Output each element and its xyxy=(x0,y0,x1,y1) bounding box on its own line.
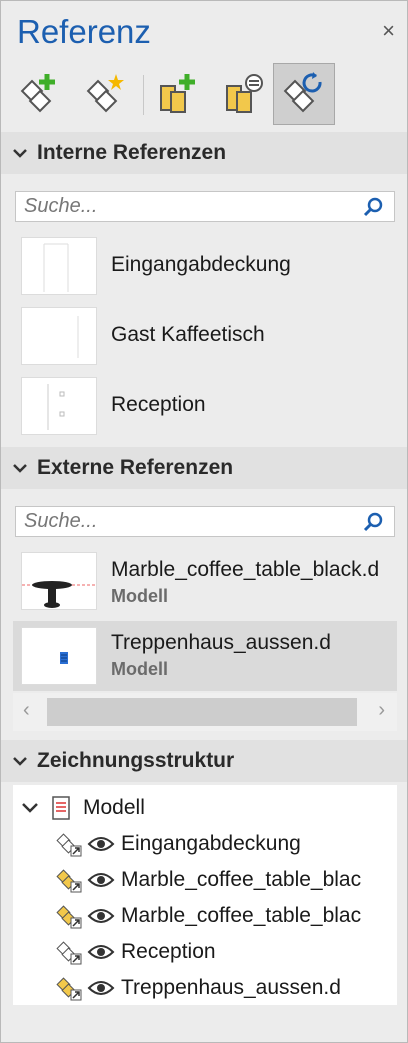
reference-thumbnail xyxy=(21,307,97,365)
scroll-right-icon[interactable]: › xyxy=(378,699,385,722)
reference-type: Modell xyxy=(111,586,168,606)
internal-references-header[interactable]: Interne Referenzen xyxy=(1,132,407,174)
reload-block-button[interactable] xyxy=(273,63,335,125)
reference-name: Treppenhaus_aussen.d xyxy=(111,631,331,654)
reference-panel: Referenz × Interne Referenzen Suche... E… xyxy=(0,0,408,1043)
reference-type: Modell xyxy=(111,659,168,679)
toolbar xyxy=(10,63,400,125)
tree-label: Modell xyxy=(83,796,145,819)
tree-item[interactable]: Reception xyxy=(55,935,216,969)
eye-icon[interactable] xyxy=(87,978,115,998)
eye-icon[interactable] xyxy=(87,906,115,926)
model-document-icon xyxy=(52,796,70,820)
external-reference-icon xyxy=(56,869,82,893)
new-block-icon xyxy=(86,74,124,113)
tree-item[interactable]: Marble_coffee_table_blac xyxy=(55,863,361,897)
tree-label: Eingangabdeckung xyxy=(121,832,301,855)
external-reference-icon xyxy=(56,905,82,929)
chevron-down-icon xyxy=(13,464,27,473)
eye-icon[interactable] xyxy=(87,870,115,890)
reference-thumbnail xyxy=(21,377,97,435)
search-placeholder: Suche... xyxy=(24,510,98,532)
manage-external-button[interactable] xyxy=(214,63,276,125)
scroll-left-icon[interactable]: ‹ xyxy=(23,699,30,722)
chevron-down-icon xyxy=(13,149,27,158)
internal-reference-item[interactable]: Eingangabdeckung xyxy=(13,233,397,299)
reference-name: Marble_coffee_table_black.d xyxy=(111,558,380,581)
new-block-button[interactable] xyxy=(76,63,138,125)
tree-label: Treppenhaus_aussen.d xyxy=(121,976,341,999)
drawing-structure-tree: Modell Eingangabdeckung Marble_coffee_ta… xyxy=(13,785,397,1005)
tree-item[interactable]: Eingangabdeckung xyxy=(55,827,301,861)
section-title: Zeichnungsstruktur xyxy=(37,749,235,772)
section-title: Externe Referenzen xyxy=(37,456,234,479)
horizontal-scrollbar[interactable]: ‹ › xyxy=(13,693,397,731)
reference-label: Gast Kaffeetisch xyxy=(111,323,265,346)
tree-item[interactable]: Treppenhaus_aussen.d xyxy=(55,971,341,1005)
reference-thumbnail xyxy=(21,627,97,685)
external-references-header[interactable]: Externe Referenzen xyxy=(1,447,407,489)
internal-reference-item[interactable]: Reception xyxy=(13,373,397,439)
tree-label: Marble_coffee_table_blac xyxy=(121,904,362,927)
tree-label: Reception xyxy=(121,940,216,963)
tree-item[interactable]: Marble_coffee_table_blac xyxy=(55,899,361,933)
reference-thumbnail xyxy=(21,552,97,610)
close-button[interactable]: × xyxy=(382,18,395,44)
manage-external-icon xyxy=(226,74,263,113)
eye-icon[interactable] xyxy=(87,942,115,962)
search-placeholder: Suche... xyxy=(24,195,98,217)
tree-root-modell[interactable]: Modell xyxy=(21,791,145,825)
internal-search-input[interactable]: Suche... xyxy=(15,191,395,222)
eye-icon[interactable] xyxy=(87,834,115,854)
add-external-button[interactable] xyxy=(148,63,210,125)
section-title: Interne Referenzen xyxy=(37,141,227,164)
add-external-icon xyxy=(160,74,195,113)
drawing-structure-header[interactable]: Zeichnungsstruktur xyxy=(1,740,407,782)
chevron-down-icon xyxy=(13,757,27,766)
chevron-down-icon[interactable] xyxy=(21,801,39,815)
external-reference-icon xyxy=(56,977,82,1001)
reference-label: Eingangabdeckung xyxy=(111,253,291,276)
tree-label: Marble_coffee_table_blac xyxy=(121,868,362,891)
reload-block-icon xyxy=(283,72,322,113)
block-reference-icon xyxy=(56,941,82,965)
reference-label: Reception xyxy=(111,393,206,416)
external-reference-item[interactable]: Treppenhaus_aussen.d Modell xyxy=(13,621,397,691)
panel-title: Referenz xyxy=(17,13,151,50)
search-icon[interactable] xyxy=(362,511,384,533)
scrollbar-thumb[interactable] xyxy=(47,698,357,726)
add-block-button[interactable] xyxy=(10,63,72,125)
external-reference-item[interactable]: Marble_coffee_table_black.d Modell xyxy=(13,548,397,618)
add-block-icon xyxy=(20,74,55,113)
toolbar-separator xyxy=(143,75,144,115)
internal-reference-item[interactable]: Gast Kaffeetisch xyxy=(13,303,397,369)
search-icon[interactable] xyxy=(362,196,384,218)
reference-thumbnail xyxy=(21,237,97,295)
block-reference-icon xyxy=(56,833,82,857)
external-search-input[interactable]: Suche... xyxy=(15,506,395,537)
